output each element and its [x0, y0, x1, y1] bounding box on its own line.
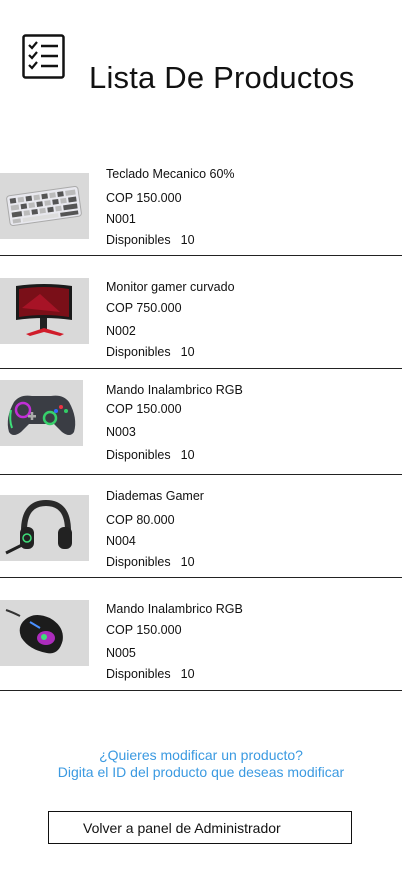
product-id: N004 [106, 534, 136, 548]
modify-prompt-link[interactable]: ¿Quieres modificar un producto? [0, 747, 402, 764]
product-id: N001 [106, 212, 136, 226]
headset-image [0, 495, 89, 561]
product-stock: Disponibles 10 [106, 233, 195, 247]
product-id: N003 [106, 425, 136, 439]
product-stock: Disponibles 10 [106, 667, 195, 681]
stock-label: Disponibles [106, 345, 171, 359]
stock-count: 10 [180, 555, 195, 569]
stock-label: Disponibles [106, 448, 171, 462]
product-name: Mando Inalambrico RGB [106, 383, 243, 397]
monitor-image [0, 278, 89, 344]
checklist-icon [22, 34, 65, 79]
product-price: COP 80.000 [106, 513, 175, 527]
product-stock: Disponibles 10 [106, 345, 195, 359]
stock-count: 10 [180, 448, 195, 462]
product-id: N005 [106, 646, 136, 660]
product-price: COP 150.000 [106, 402, 182, 416]
product-name: Teclado Mecanico 60% [106, 167, 235, 181]
product-name: Mando Inalambrico RGB [106, 602, 243, 616]
stock-count: 10 [180, 667, 195, 681]
stock-label: Disponibles [106, 555, 171, 569]
page-title: Lista De Productos [89, 60, 355, 95]
product-row[interactable]: Diademas Gamer COP 80.000 N004 Disponibl… [0, 475, 402, 578]
mouse-image [0, 600, 89, 666]
stock-label: Disponibles [106, 233, 171, 247]
product-price: COP 150.000 [106, 191, 182, 205]
stock-count: 10 [180, 233, 195, 247]
product-stock: Disponibles 10 [106, 448, 195, 462]
gamepad-image [0, 380, 83, 446]
product-price: COP 150.000 [106, 623, 182, 637]
product-name: Diademas Gamer [106, 489, 204, 503]
product-id: N002 [106, 324, 136, 338]
product-price: COP 750.000 [106, 301, 182, 315]
product-row[interactable]: Monitor gamer curvado COP 750.000 N002 D… [0, 256, 402, 369]
keyboard-image [0, 173, 89, 239]
modify-prompt-hint[interactable]: Digita el ID del producto que deseas mod… [0, 764, 402, 781]
product-row[interactable]: Mando Inalambrico RGB COP 150.000 N005 D… [0, 578, 402, 691]
product-row[interactable]: Teclado Mecanico 60% COP 150.000 N001 Di… [0, 160, 402, 256]
back-to-admin-button[interactable]: Volver a panel de Administrador [48, 811, 352, 844]
stock-count: 10 [180, 345, 195, 359]
product-stock: Disponibles 10 [106, 555, 195, 569]
product-row[interactable]: Mando Inalambrico RGB COP 150.000 N003 D… [0, 369, 402, 475]
product-name: Monitor gamer curvado [106, 280, 235, 294]
stock-label: Disponibles [106, 667, 171, 681]
